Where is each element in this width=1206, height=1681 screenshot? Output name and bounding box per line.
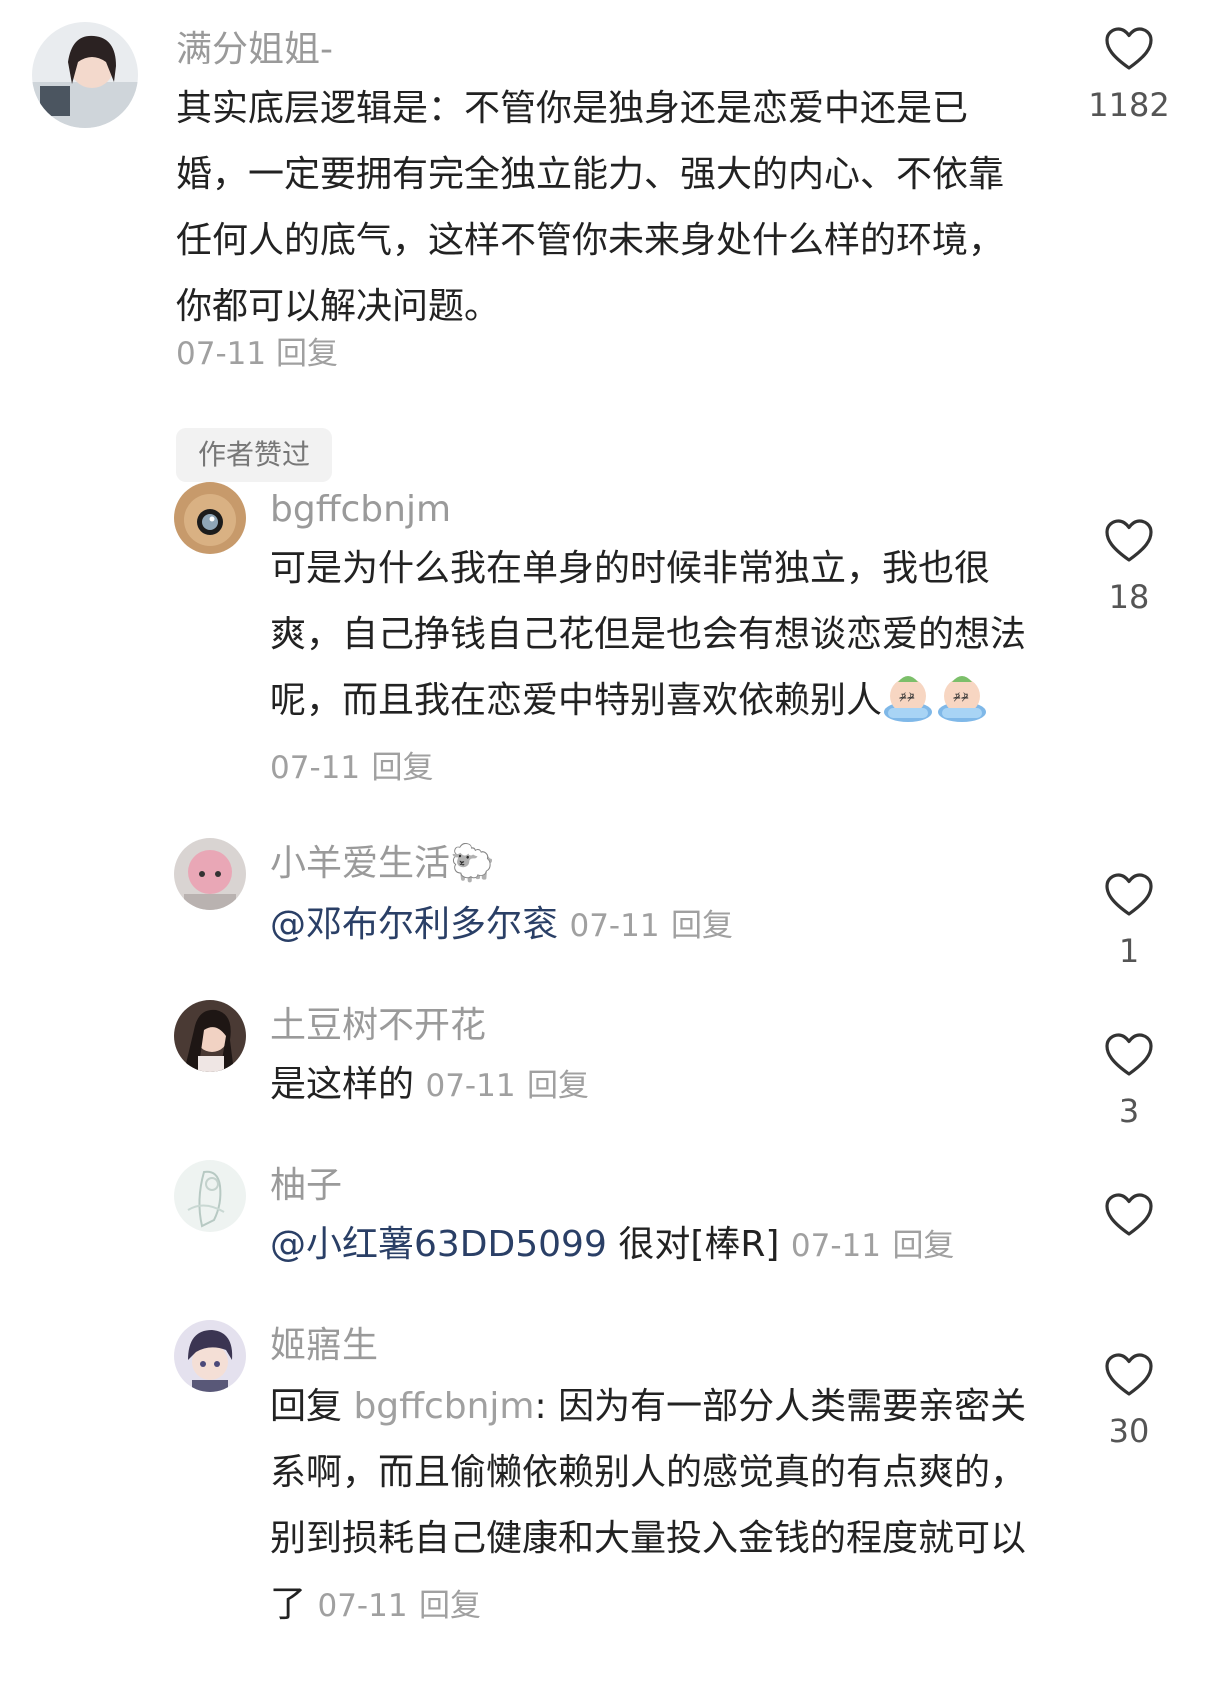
author-liked-badge: 作者赞过: [176, 428, 333, 482]
svg-text:ᵒ̴̶̷᷄ ᵒ̴̶̷᷅: ᵒ̴̶̷᷄ ᵒ̴̶̷᷅: [899, 691, 914, 704]
reply-button[interactable]: 回复: [276, 336, 338, 372]
comment-date: 07-11: [317, 1588, 408, 1624]
avatar[interactable]: [174, 1160, 246, 1232]
avatar[interactable]: [174, 1320, 246, 1392]
comment-date: 07-11: [270, 750, 361, 786]
comment-text: @邓布尔利多尔衮 07-11 回复: [270, 892, 1040, 959]
heart-outline-icon: [1105, 1353, 1153, 1396]
like-button[interactable]: 30: [1074, 1352, 1184, 1450]
comment-text: 回复 bgffcbnjm: 因为有一部分人类需要亲密关系啊，而且偷懒依赖别人的感…: [270, 1386, 1027, 1625]
comment-date: 07-11: [569, 908, 660, 944]
heart-outline-icon: [1105, 1193, 1153, 1236]
username[interactable]: 姬寤生: [270, 1324, 378, 1368]
like-count: 1182: [1088, 86, 1170, 124]
reply-target-link[interactable]: bgffcbnjm: [353, 1386, 534, 1427]
like-count: 3: [1118, 1092, 1140, 1130]
avatar[interactable]: [32, 22, 138, 128]
like-count: 30: [1108, 1412, 1150, 1450]
heart-outline-icon: [1105, 27, 1153, 70]
like-button[interactable]: 18: [1074, 518, 1184, 616]
sheep-emoji: 🐑: [450, 843, 495, 884]
svg-text:ᵒ̴̶̷᷄ ᵒ̴̶̷᷅: ᵒ̴̶̷᷄ ᵒ̴̶̷᷅: [953, 691, 968, 704]
comment-text: 是这样的 07-11 回复: [270, 1064, 590, 1105]
crying-face-emoji: ᵒ̴̶̷᷄ ᵒ̴̶̷᷅ ᵒ̴̶̷᷄ ᵒ̴̶̷᷅: [882, 676, 990, 722]
avatar[interactable]: [174, 1000, 246, 1072]
comment-date: 07-11: [176, 336, 267, 372]
comment-text: 其实底层逻辑是：不管你是独身还是恋爱中还是已婚，一定要拥有完全独立能力、强大的内…: [176, 88, 1005, 327]
comment-date: 07-11: [425, 1068, 516, 1104]
reply-button[interactable]: 回复: [671, 908, 733, 944]
comment-meta: 07-11 回复: [176, 332, 338, 376]
like-button[interactable]: 1: [1074, 872, 1184, 970]
heart-outline-icon: [1105, 519, 1153, 562]
username[interactable]: 柚子: [270, 1164, 342, 1208]
reply-button[interactable]: 回复: [419, 1588, 481, 1624]
reply-button[interactable]: 回复: [527, 1068, 589, 1104]
like-count: 18: [1108, 578, 1150, 616]
like-button[interactable]: 1182: [1074, 26, 1184, 124]
reply-prefix: 回复: [270, 1386, 354, 1427]
comment-text: 可是为什么我在单身的时候非常独立，我也很爽，自己挣钱自己花但是也会有想谈恋爱的想…: [270, 548, 1027, 786]
like-button[interactable]: [1074, 1192, 1184, 1252]
comment-text: @小红薯63DD5099 很对[棒R] 07-11 回复: [270, 1224, 955, 1265]
heart-outline-icon: [1105, 873, 1153, 916]
avatar[interactable]: [174, 838, 246, 910]
username[interactable]: 满分姐姐-: [176, 28, 333, 72]
username[interactable]: bgffcbnjm: [270, 488, 451, 532]
comment-date: 07-11: [790, 1228, 881, 1264]
reply-button[interactable]: 回复: [892, 1228, 954, 1264]
heart-outline-icon: [1105, 1033, 1153, 1076]
mention-link[interactable]: @小红薯63DD5099: [270, 1224, 607, 1265]
mention-link[interactable]: @邓布尔利多尔衮: [270, 904, 558, 945]
avatar[interactable]: [174, 482, 246, 554]
like-count: 1: [1118, 932, 1140, 970]
username[interactable]: 小羊爱生活🐑: [270, 842, 495, 886]
username[interactable]: 土豆树不开花: [270, 1004, 486, 1048]
reply-button[interactable]: 回复: [372, 750, 434, 786]
like-button[interactable]: 3: [1074, 1032, 1184, 1130]
